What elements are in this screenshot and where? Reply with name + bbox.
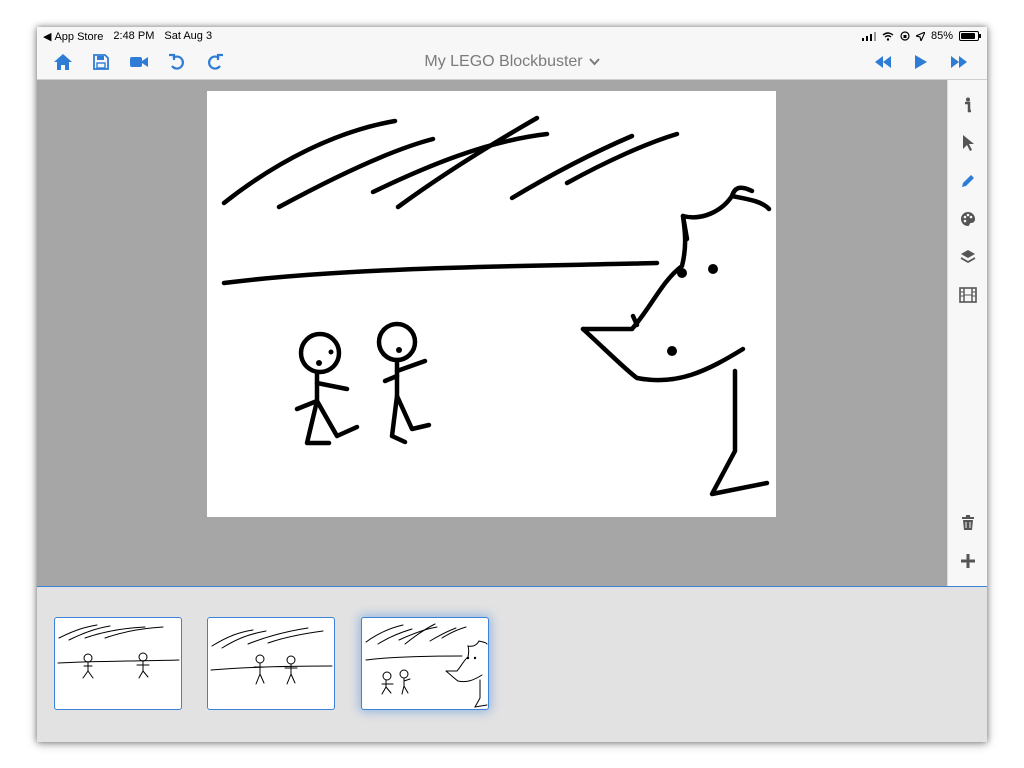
project-title-button[interactable]: My LEGO Blockbuster <box>37 53 987 71</box>
ipad-screen: ◀ App Store 2:48 PM Sat Aug 3 85% My LEG… <box>37 27 987 742</box>
frame-thumbnail-3[interactable] <box>361 617 489 710</box>
battery-icon <box>959 31 981 41</box>
chevron-down-icon <box>588 53 600 71</box>
frames-button[interactable] <box>956 283 980 307</box>
orientation-lock-icon <box>900 31 910 41</box>
select-tool-button[interactable] <box>956 131 980 155</box>
drawing-canvas[interactable] <box>207 91 776 517</box>
status-date: Sat Aug 3 <box>164 30 213 42</box>
frame-thumbnail-2[interactable] <box>207 617 335 710</box>
back-arrow-icon: ◀ <box>43 31 52 43</box>
fast-forward-icon <box>951 56 967 68</box>
wifi-icon <box>882 31 894 41</box>
trash-icon <box>962 515 974 530</box>
frame-3-drawing <box>365 623 488 708</box>
pencil-icon <box>962 175 974 187</box>
info-icon <box>965 97 971 113</box>
frame-2-drawing <box>210 627 333 685</box>
status-time: 2:48 PM <box>113 30 155 42</box>
add-icon <box>961 554 975 568</box>
info-button[interactable] <box>956 93 980 117</box>
frame-1-drawing <box>57 624 180 679</box>
status-bar: ◀ App Store 2:48 PM Sat Aug 3 85% <box>37 27 987 45</box>
color-palette-button[interactable] <box>956 207 980 231</box>
frame-thumbnail-1[interactable] <box>54 617 182 710</box>
draw-tool-button[interactable] <box>956 169 980 193</box>
signal-icon <box>861 31 876 41</box>
palette-icon <box>961 212 975 226</box>
delete-button[interactable] <box>956 511 980 535</box>
battery-percent: 85% <box>930 30 953 42</box>
pointer-icon <box>963 135 974 151</box>
back-app-label: App Store <box>54 30 104 43</box>
toolbar: My LEGO Blockbuster <box>37 45 987 80</box>
rewind-button[interactable] <box>871 51 895 73</box>
layers-button[interactable] <box>956 245 980 269</box>
current-frame-drawing <box>221 115 772 497</box>
play-button[interactable] <box>909 51 933 73</box>
tool-sidebar <box>947 80 987 586</box>
rewind-icon <box>875 56 891 68</box>
play-icon <box>915 55 927 69</box>
location-icon <box>915 31 925 41</box>
film-icon <box>959 287 977 303</box>
back-to-app-link[interactable]: ◀ App Store <box>43 30 104 44</box>
layers-icon <box>960 250 976 264</box>
workspace <box>37 80 947 586</box>
project-title: My LEGO Blockbuster <box>424 53 583 70</box>
fast-forward-button[interactable] <box>947 51 971 73</box>
frame-filmstrip <box>37 586 987 742</box>
add-frame-button[interactable] <box>956 549 980 573</box>
